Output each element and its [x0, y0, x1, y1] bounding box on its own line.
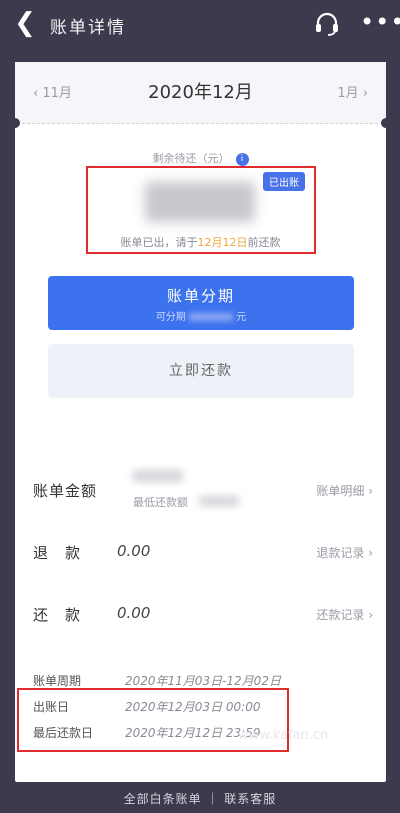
- bill-amount-blurred: [133, 470, 183, 482]
- chevron-left-icon: ❮: [14, 8, 36, 38]
- installment-button[interactable]: 账单分期 可分期 元: [48, 276, 354, 330]
- repay-now-button[interactable]: 立即还款: [48, 344, 354, 398]
- refund-row: 退 款 0.00 退款记录 ›: [33, 542, 373, 562]
- watermark: www.kafan.cn: [238, 728, 329, 743]
- refund-record-link[interactable]: 退款记录 ›: [316, 544, 373, 561]
- remaining-label: 剩余待还（元） i: [15, 150, 386, 166]
- customer-service-button[interactable]: [313, 10, 341, 38]
- repay-hint: 账单已出，请于12月12日前还款: [120, 236, 281, 249]
- card-notch-right: [381, 118, 391, 128]
- footer-links[interactable]: 全部白条账单 ｜ 联系客服: [0, 790, 400, 807]
- bill-detail-link[interactable]: 账单明细 ›: [316, 482, 373, 499]
- repaid-row: 还 款 0.00 还款记录 ›: [33, 604, 373, 624]
- status-badge: 已出账: [263, 172, 305, 191]
- more-dots-icon: •••: [360, 8, 400, 36]
- top-bar: ❮ 账单详情 •••: [0, 0, 400, 50]
- headset-icon: [316, 12, 338, 36]
- card-notch-left: [10, 118, 20, 128]
- bill-amount-row: 账单金额 最低还款额 账单明细 ›: [33, 470, 373, 510]
- more-button[interactable]: •••: [360, 10, 400, 38]
- month-selector: ‹ 11月 2020年12月 1月 ›: [15, 62, 386, 124]
- amount-value-blurred: [145, 182, 255, 222]
- bill-card: ‹ 11月 2020年12月 1月 › 剩余待还（元） i 已出账 账单已出，请于…: [15, 62, 386, 782]
- next-month-button[interactable]: 1月 ›: [337, 82, 368, 101]
- card-divider: [22, 123, 378, 124]
- current-month: 2020年12月: [148, 82, 253, 103]
- info-icon[interactable]: i: [235, 152, 249, 166]
- repay-record-link[interactable]: 还款记录 ›: [316, 606, 373, 623]
- page-title: 账单详情: [50, 18, 126, 38]
- back-button[interactable]: ❮: [10, 8, 40, 38]
